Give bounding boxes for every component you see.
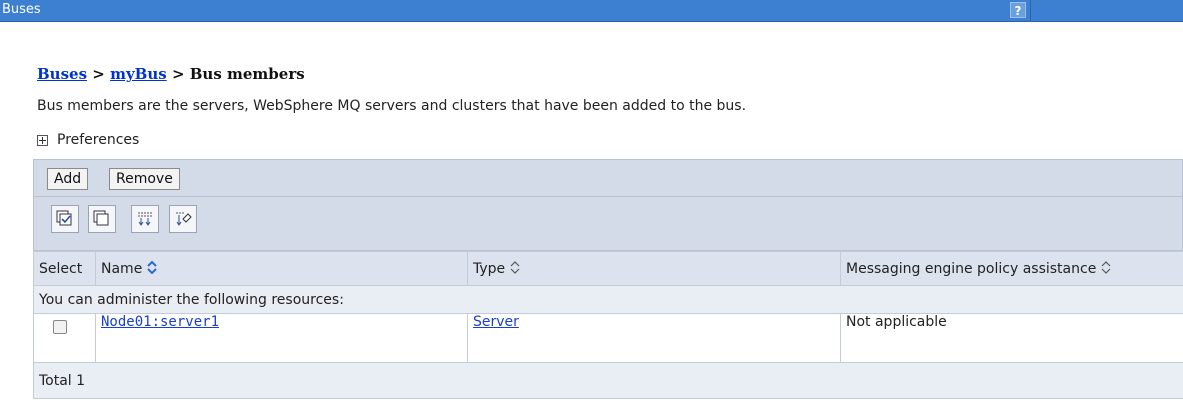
add-button[interactable]: Add: [47, 168, 89, 190]
table-subheader-row: You can administer the following resourc…: [33, 285, 1183, 314]
table-header-row: Select Name Type Messaging engine policy…: [33, 251, 1183, 286]
column-type-label: Type: [473, 260, 506, 277]
breadcrumb-separator: >: [171, 65, 185, 83]
row-type-cell: Server: [467, 313, 841, 363]
table-row: Node01:server1 Server Not applicable: [33, 313, 1183, 363]
button-toolbar: Add Remove: [33, 159, 1183, 197]
resources-subheader: You can administer the following resourc…: [33, 285, 1183, 314]
icon-toolbar: [33, 197, 1183, 251]
row-select-cell: [33, 313, 96, 363]
expand-plus-icon[interactable]: [37, 134, 48, 146]
column-header-name[interactable]: Name: [95, 251, 468, 286]
row-policy-cell: Not applicable: [840, 313, 1183, 363]
breadcrumb: Buses > myBus > Bus members: [37, 65, 305, 83]
row-name-cell: Node01:server1: [95, 313, 468, 363]
breadcrumb-mybus-link[interactable]: myBus: [110, 65, 167, 83]
help-icon[interactable]: ?: [1010, 2, 1026, 18]
portlet-titlebar: Buses ?: [0, 0, 1183, 22]
member-type-link[interactable]: Server: [473, 314, 519, 330]
breadcrumb-current: Bus members: [189, 65, 305, 83]
column-header-select: Select: [33, 251, 96, 286]
breadcrumb-buses-link[interactable]: Buses: [37, 65, 87, 83]
preferences-label: Preferences: [57, 132, 140, 148]
sort-arrows-icon[interactable]: [509, 260, 521, 278]
page-description: Bus members are the servers, WebSphere M…: [37, 98, 747, 114]
column-policy-label: Messaging engine policy assistance: [846, 260, 1097, 277]
table-total-row: Total 1: [33, 362, 1183, 399]
portlet-title: Buses: [2, 2, 41, 17]
column-header-policy[interactable]: Messaging engine policy assistance: [840, 251, 1183, 286]
remove-button[interactable]: Remove: [109, 168, 180, 190]
clear-filter-icon[interactable]: [169, 205, 197, 233]
select-all-icon[interactable]: [51, 205, 79, 233]
total-count: Total 1: [33, 362, 1183, 399]
sort-arrows-icon[interactable]: [146, 260, 158, 278]
column-name-label: Name: [101, 260, 143, 277]
member-name-link[interactable]: Node01:server1: [101, 314, 219, 330]
breadcrumb-separator: >: [92, 65, 105, 83]
bus-members-table: Select Name Type Messaging engine policy…: [33, 251, 1183, 399]
row-checkbox[interactable]: [53, 320, 67, 334]
preferences-toggle[interactable]: Preferences: [37, 132, 139, 148]
titlebar-divider: [1030, 0, 1031, 22]
column-header-type[interactable]: Type: [467, 251, 841, 286]
sort-arrows-icon[interactable]: [1100, 260, 1112, 278]
show-filter-icon[interactable]: [131, 205, 159, 233]
deselect-all-icon[interactable]: [88, 205, 116, 233]
